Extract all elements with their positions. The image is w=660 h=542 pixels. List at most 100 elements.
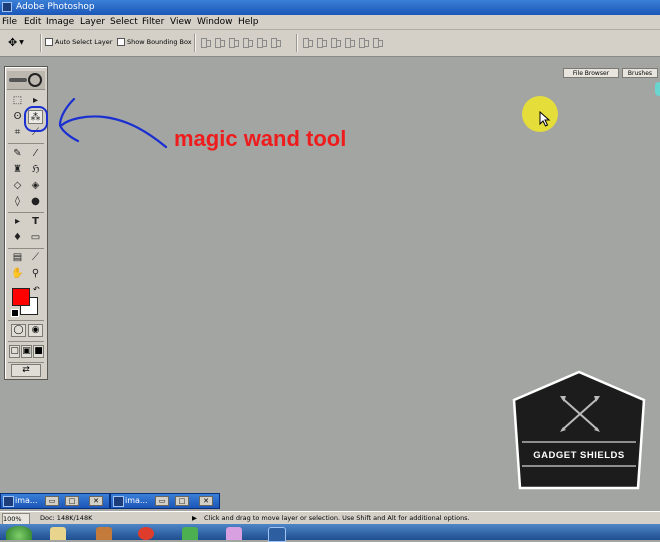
move-tool-preset-button[interactable]: ✥ ▼ <box>8 35 34 51</box>
maximize-button[interactable]: □ <box>175 496 189 506</box>
shape-tool[interactable]: ▭ <box>28 231 43 245</box>
auto-select-layer-label: Auto Select Layer <box>55 38 113 46</box>
jump-to-imageready-button[interactable]: ⇄ <box>11 364 41 377</box>
blur-tool[interactable]: ◊ <box>10 195 25 209</box>
divider <box>8 320 44 321</box>
windows-taskbar <box>0 524 660 542</box>
show-bounding-box-checkbox[interactable]: Show Bounding Box <box>117 38 192 46</box>
align-right-icon[interactable] <box>270 36 281 48</box>
mouse-pointer-icon <box>539 111 551 127</box>
close-button[interactable]: ✕ <box>199 496 213 506</box>
annotation-label: magic wand tool <box>174 126 347 151</box>
foreground-color-swatch[interactable] <box>12 288 30 306</box>
start-button[interactable] <box>6 526 32 540</box>
game-taskbar-icon[interactable] <box>226 527 242 540</box>
eraser-tool[interactable]: ◇ <box>10 179 25 193</box>
notes-tool[interactable]: ▤ <box>10 251 25 265</box>
divider <box>8 341 44 342</box>
palette-tab-file-browser[interactable]: File Browser <box>563 68 619 78</box>
toolbox-header[interactable] <box>7 71 45 90</box>
menu-layer[interactable]: Layer <box>80 16 105 28</box>
app-taskbar-icon[interactable] <box>182 527 198 540</box>
palette-tab-brushes[interactable]: Brushes <box>622 68 658 78</box>
explorer-taskbar-icon[interactable] <box>50 527 66 540</box>
chevron-down-icon: ▼ <box>19 39 24 46</box>
align-top-icon[interactable] <box>200 36 211 48</box>
swap-colors-icon[interactable]: ↶ <box>33 285 40 294</box>
annotation-arrow <box>58 97 168 149</box>
eye-icon <box>28 73 42 87</box>
distribute-bottom-icon[interactable] <box>330 36 341 48</box>
distribute-top-icon[interactable] <box>302 36 313 48</box>
quick-mask-mode-button[interactable]: ◉ <box>28 324 43 337</box>
screen-mode-full-button[interactable]: ■ <box>33 345 44 358</box>
annotation-circle <box>24 106 48 132</box>
align-hcenter-icon[interactable] <box>256 36 267 48</box>
hand-tool[interactable]: ✋ <box>10 267 25 281</box>
crop-tool[interactable]: ⌗ <box>10 126 25 140</box>
menu-image[interactable]: Image <box>46 16 74 28</box>
standard-mode-button[interactable]: ◯ <box>11 324 26 337</box>
distribute-right-icon[interactable] <box>372 36 383 48</box>
brush-tool[interactable]: ⁄ <box>28 147 43 161</box>
clone-stamp-tool[interactable]: ♜ <box>10 163 25 177</box>
path-selection-tool[interactable]: ▸ <box>10 215 25 229</box>
healing-brush-tool[interactable]: ✎ <box>10 147 25 161</box>
checkbox-box[interactable] <box>45 38 53 46</box>
restore-button[interactable]: ▭ <box>45 496 59 506</box>
maximize-button[interactable]: □ <box>65 496 79 506</box>
chrome-taskbar-icon[interactable] <box>138 527 154 540</box>
marquee-tool[interactable]: ⬚ <box>10 94 25 108</box>
show-bounding-box-label: Show Bounding Box <box>127 38 192 46</box>
type-tool[interactable]: T <box>28 215 43 229</box>
minimized-document-window[interactable]: ima... ▭ □ ✕ <box>0 493 110 509</box>
watermark-text: GADGET SHIELDS <box>533 450 625 461</box>
menu-select[interactable]: Select <box>110 16 138 28</box>
lasso-tool[interactable]: ʘ <box>10 110 25 124</box>
close-button[interactable]: ✕ <box>89 496 103 506</box>
document-size: Doc: 148K/148K <box>40 514 93 522</box>
align-left-icon[interactable] <box>242 36 253 48</box>
menu-filter[interactable]: Filter <box>142 16 164 28</box>
separator <box>40 34 42 52</box>
menu-help[interactable]: Help <box>238 16 259 28</box>
screen-mode-standard-button[interactable]: ▢ <box>9 345 20 358</box>
window-title: Adobe Photoshop <box>16 2 95 12</box>
distribute-left-icon[interactable] <box>344 36 355 48</box>
zoom-tool[interactable]: ⚲ <box>28 267 43 281</box>
menu-view[interactable]: View <box>170 16 191 28</box>
eyedropper-tool[interactable]: ⟋ <box>28 251 43 265</box>
photoshop-doc-icon <box>3 496 14 507</box>
separator <box>296 34 298 52</box>
photoshop-app-icon <box>2 2 12 12</box>
photoshop-doc-icon <box>113 496 124 507</box>
align-vcenter-icon[interactable] <box>214 36 225 48</box>
auto-select-layer-checkbox[interactable]: Auto Select Layer <box>45 38 112 46</box>
checkbox-box[interactable] <box>117 38 125 46</box>
menu-edit[interactable]: Edit <box>24 16 41 28</box>
options-bar: ✥ ▼ Auto Select Layer Show Bounding Box F… <box>0 30 660 78</box>
divider <box>8 212 44 213</box>
divider <box>8 362 44 363</box>
screen-mode-full-menu-button[interactable]: ▣ <box>21 345 32 358</box>
history-brush-tool[interactable]: ℌ <box>28 163 43 177</box>
document-title: ima... <box>15 496 38 505</box>
divider <box>8 143 44 144</box>
paint-bucket-tool[interactable]: ◈ <box>28 179 43 193</box>
title-bar: Adobe Photoshop <box>0 0 660 15</box>
menu-file[interactable]: File <box>2 16 17 28</box>
status-bar: 100% Doc: 148K/148K ▶ Click and drag to … <box>0 511 660 525</box>
menu-window[interactable]: Window <box>197 16 233 28</box>
align-bottom-icon[interactable] <box>228 36 239 48</box>
distribute-vcenter-icon[interactable] <box>316 36 327 48</box>
default-colors-icon[interactable] <box>11 309 19 317</box>
pen-tool[interactable]: ♦ <box>10 231 25 245</box>
minimized-document-window[interactable]: ima... ▭ □ ✕ <box>110 493 220 509</box>
distribute-buttons <box>302 36 383 48</box>
restore-button[interactable]: ▭ <box>155 496 169 506</box>
gadget-shields-logo <box>512 370 646 490</box>
distribute-hcenter-icon[interactable] <box>358 36 369 48</box>
status-arrow-icon[interactable]: ▶ <box>192 512 197 524</box>
dodge-tool[interactable]: ● <box>28 195 43 209</box>
media-taskbar-icon[interactable] <box>96 527 112 540</box>
